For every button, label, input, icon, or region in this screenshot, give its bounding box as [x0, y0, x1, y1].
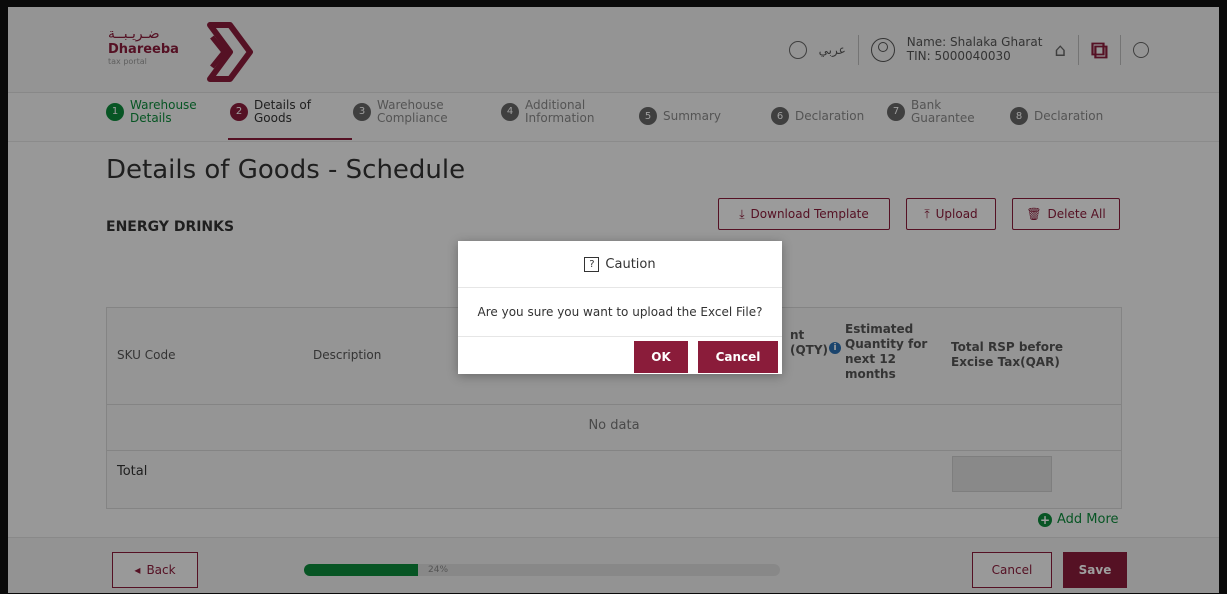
- question-icon: ?: [584, 256, 600, 272]
- dialog-cancel-button[interactable]: Cancel: [698, 341, 778, 373]
- dialog-title: Caution: [605, 256, 656, 272]
- caution-dialog: ? Caution Are you sure you want to uploa…: [458, 241, 782, 374]
- ok-button[interactable]: OK: [634, 341, 688, 373]
- dialog-footer: OK Cancel: [458, 337, 782, 375]
- app-frame: ضـريـبــة Dhareeba tax portal عربي Name:…: [8, 7, 1219, 593]
- page: ضـريـبــة Dhareeba tax portal عربي Name:…: [8, 7, 1219, 593]
- dialog-header: ? Caution: [458, 241, 782, 288]
- dialog-message: Are you sure you want to upload the Exce…: [458, 288, 782, 337]
